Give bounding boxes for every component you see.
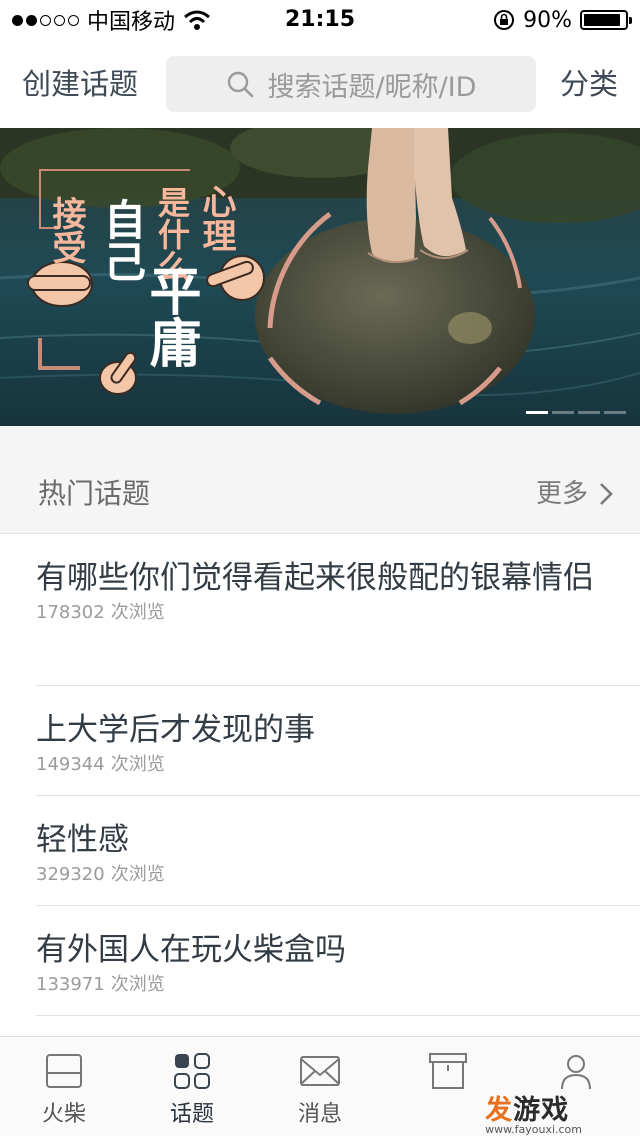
topic-views: 178302 次浏览 xyxy=(36,600,640,626)
topic-views: 149344 次浏览 xyxy=(36,752,640,778)
box-icon xyxy=(429,1053,467,1089)
view-suffix: 次浏览 xyxy=(110,754,165,775)
battery-percent: 90% xyxy=(523,7,572,33)
topic-title: 轻性感 xyxy=(36,822,129,858)
topic-views: 329320 次浏览 xyxy=(36,862,640,888)
topic-row[interactable]: 上大学后才发现的事 149344 次浏览 xyxy=(36,686,640,796)
banner-image: 接受 自己 是什么 心理 平庸 xyxy=(0,128,640,426)
rotation-lock-icon xyxy=(494,10,515,30)
carousel-indicators[interactable] xyxy=(526,411,626,414)
tab-label: 话题 xyxy=(169,1102,214,1127)
view-suffix: 次浏览 xyxy=(110,974,165,995)
status-bar: 中国移动 21:15 90% xyxy=(0,0,640,40)
banner-carousel[interactable]: 接受 自己 是什么 心理 平庸 xyxy=(0,128,640,426)
search-icon xyxy=(227,71,253,98)
banner-text-2: 自己 xyxy=(99,198,146,282)
view-count: 133971 xyxy=(36,974,105,995)
watermark-url: www.fayouxi.com xyxy=(485,1123,582,1136)
watermark-title: 发游戏 xyxy=(485,1088,582,1127)
watermark-part-b: 游戏 xyxy=(513,1095,570,1126)
topic-list: 有哪些你们觉得看起来很般配的银幕情侣 178302 次浏览 上大学后才发现的事 … xyxy=(0,534,640,1016)
view-count: 329320 xyxy=(36,864,105,885)
banner-text-4: 心理 xyxy=(197,184,236,252)
topic-title: 上大学后才发现的事 xyxy=(36,712,315,748)
topic-title: 有哪些你们觉得看起来很般配的银幕情侣 xyxy=(36,560,594,596)
carousel-dot[interactable] xyxy=(526,411,548,414)
envelope-icon xyxy=(300,1056,340,1086)
more-button[interactable]: 更多 xyxy=(536,474,614,514)
topic-row[interactable]: 有哪些你们觉得看起来很般配的银幕情侣 178302 次浏览 xyxy=(36,534,640,686)
hot-topics-header: 热门话题 更多 xyxy=(0,426,640,534)
battery-fill xyxy=(584,14,620,26)
tab-matches[interactable]: 火柴 xyxy=(0,1037,128,1136)
carousel-dot[interactable] xyxy=(604,411,626,414)
topic-row[interactable]: 有外国人在玩火柴盒吗 133971 次浏览 xyxy=(36,906,640,1016)
view-count: 178302 xyxy=(36,602,105,623)
topic-views: 133971 次浏览 xyxy=(36,972,640,998)
category-button[interactable]: 分类 xyxy=(560,62,618,106)
more-label: 更多 xyxy=(535,479,588,509)
tab-topics[interactable]: 话题 xyxy=(128,1037,256,1136)
person-icon xyxy=(561,1055,591,1090)
battery-icon xyxy=(580,10,632,30)
chevron-right-icon xyxy=(600,483,613,505)
tab-label: 消息 xyxy=(297,1102,342,1127)
create-topic-button[interactable]: 创建话题 xyxy=(22,62,138,106)
top-nav: 创建话题 搜索话题/昵称/ID 分类 xyxy=(0,40,640,128)
topic-row[interactable]: 轻性感 329320 次浏览 xyxy=(36,796,640,906)
carousel-dot[interactable] xyxy=(552,411,574,414)
topic-title: 有外国人在玩火柴盒吗 xyxy=(36,932,346,968)
banner-text-big: 平庸 xyxy=(141,264,201,368)
watermark-logo: 发游戏 www.fayouxi.com xyxy=(485,1088,582,1136)
status-right: 90% xyxy=(493,6,632,34)
watermark-part-a: 发 xyxy=(485,1095,514,1126)
view-count: 149344 xyxy=(36,754,105,775)
banner-text-1: 接受 xyxy=(47,196,86,264)
tab-messages[interactable]: 消息 xyxy=(256,1037,384,1136)
carousel-dot[interactable] xyxy=(578,411,600,414)
view-suffix: 次浏览 xyxy=(110,602,165,623)
section-title: 热门话题 xyxy=(38,477,151,510)
grid-icon xyxy=(174,1053,210,1089)
view-suffix: 次浏览 xyxy=(110,864,165,885)
matchbox-icon xyxy=(46,1054,82,1088)
search-placeholder: 搜索话题/昵称/ID xyxy=(267,71,477,103)
search-input[interactable]: 搜索话题/昵称/ID xyxy=(166,56,536,112)
tab-label: 火柴 xyxy=(41,1102,86,1127)
